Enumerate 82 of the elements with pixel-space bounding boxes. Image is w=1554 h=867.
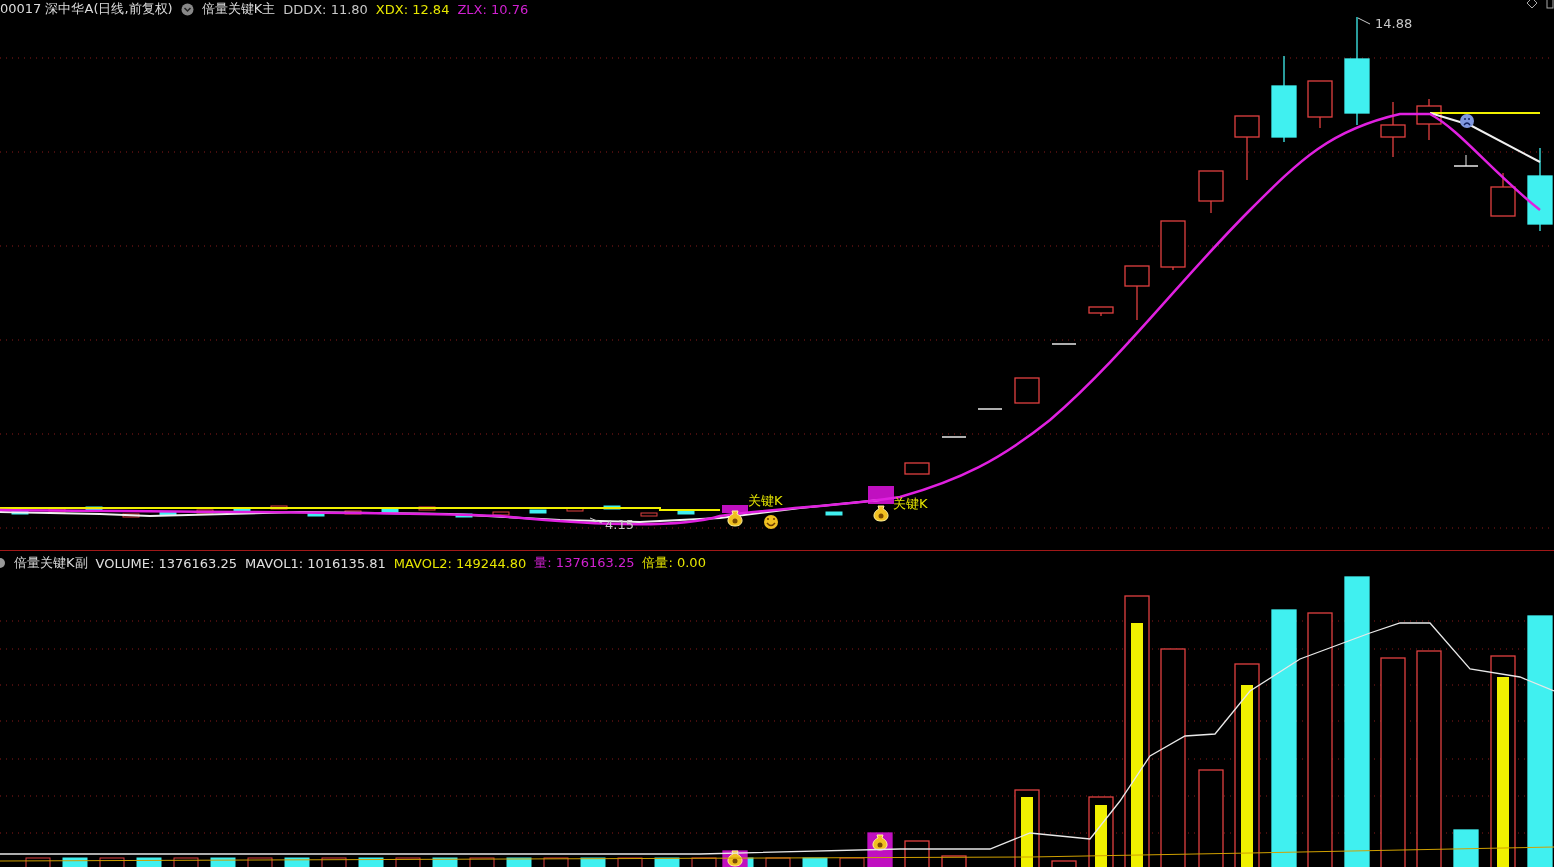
candle <box>1380 101 1406 158</box>
candle <box>1198 170 1224 214</box>
sad-face-icon <box>1460 114 1474 128</box>
volume-bar <box>543 857 569 867</box>
candle <box>1307 80 1333 129</box>
candle <box>1160 220 1186 271</box>
money-bag-icon <box>727 850 743 867</box>
candle <box>1490 172 1516 217</box>
volume-bar <box>99 857 125 867</box>
candle <box>1124 265 1150 321</box>
volume-bar <box>25 857 51 867</box>
volume-bar <box>136 857 162 867</box>
candle <box>1014 377 1040 404</box>
indicator-value: DDDX: 11.80 <box>283 1 368 17</box>
indicator-value: 倍量: 0.00 <box>642 554 706 572</box>
indicator-value: 量: 1376163.25 <box>534 554 635 572</box>
candle <box>11 510 29 515</box>
candle <box>270 505 288 510</box>
volume-bar <box>1088 796 1114 867</box>
candle <box>904 462 930 475</box>
candle <box>1416 98 1442 141</box>
indicator-value: VOLUME: 1376163.25 <box>95 555 238 571</box>
candle <box>566 507 584 512</box>
volume-bar <box>247 857 273 867</box>
indicator-value: ZLX: 10.76 <box>457 1 529 17</box>
candle <box>1453 154 1479 167</box>
volume-bar <box>210 857 236 867</box>
volume-bar <box>802 857 828 867</box>
volume-bar <box>321 857 347 867</box>
panel-marker-icon <box>0 557 6 569</box>
panel-icon[interactable] <box>1546 0 1554 9</box>
diamond-icon[interactable] <box>1526 0 1538 9</box>
stock-title: 00017 深中华A(日线,前复权) <box>0 0 173 18</box>
candle <box>603 505 621 510</box>
smiley-icon <box>764 515 778 529</box>
candle <box>159 511 177 516</box>
leader-line <box>1357 17 1371 25</box>
money-bag-icon <box>873 505 889 522</box>
volume-bar <box>617 857 643 867</box>
volume-bar <box>395 857 421 867</box>
candle <box>529 509 547 514</box>
volume-bar <box>469 857 495 867</box>
candle <box>640 512 658 517</box>
signal-label: 关键K <box>748 494 783 507</box>
money-bag-icon <box>727 510 743 527</box>
price-label: 4.15 <box>605 518 634 531</box>
chevron-icon[interactable] <box>180 2 194 16</box>
candle <box>344 510 362 515</box>
signal-label: 关键K <box>893 497 928 510</box>
volume-bar <box>765 857 791 867</box>
candle <box>381 508 399 513</box>
volume-bar <box>941 855 967 867</box>
volume-bar <box>284 857 310 867</box>
candle <box>122 513 140 518</box>
leader-line <box>589 517 603 524</box>
candle <box>1088 306 1114 317</box>
volume-bar <box>580 857 606 867</box>
candle <box>1234 115 1260 181</box>
volume-bar <box>506 857 532 867</box>
indicator-value: XDX: 12.84 <box>375 1 450 17</box>
candle <box>307 512 325 517</box>
candle <box>677 510 695 515</box>
price-label: 14.88 <box>1375 17 1413 30</box>
volume-bar <box>691 857 717 867</box>
candle <box>196 509 214 514</box>
candle <box>492 511 510 516</box>
volume-bar <box>1051 860 1077 867</box>
volume-bar <box>432 857 458 867</box>
volume-bar <box>839 857 865 867</box>
indicator-value: MAVOL1: 1016135.81 <box>245 555 386 571</box>
candle <box>825 511 843 516</box>
volume-bar <box>358 857 384 867</box>
indicator-name: 倍量关键K副 <box>14 554 88 572</box>
candle <box>455 513 473 518</box>
volume-bar <box>1453 829 1479 867</box>
volume-bar <box>62 857 88 867</box>
indicator-name: 倍量关键K主 <box>201 0 276 18</box>
money-bag-icon <box>872 834 888 851</box>
volume-bar <box>654 857 680 867</box>
indicator-value: MAVOL2: 149244.80 <box>393 555 527 571</box>
candle <box>418 506 436 511</box>
volume-bar <box>173 857 199 867</box>
